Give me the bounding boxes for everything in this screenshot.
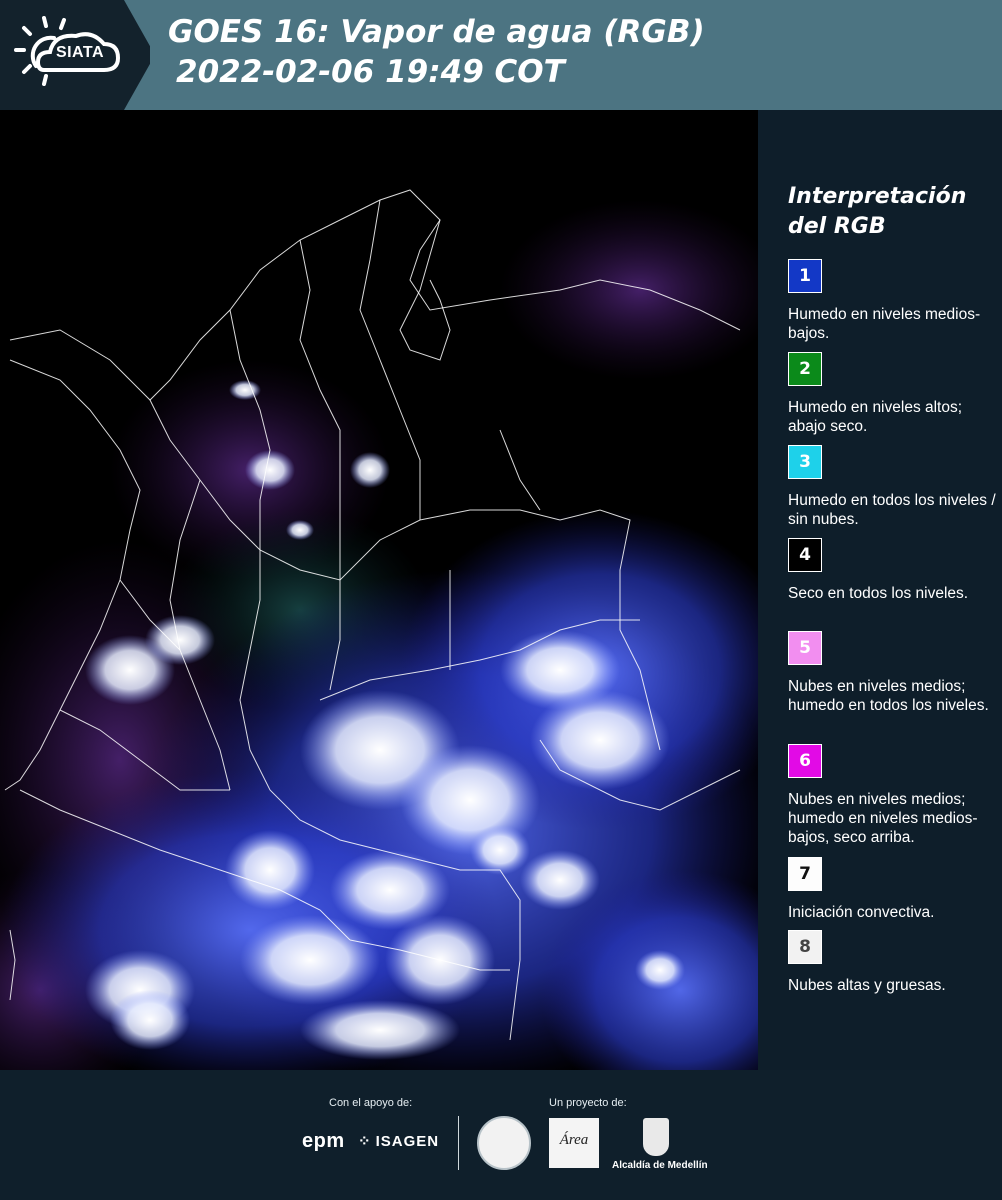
legend-description: Humedo en todos los niveles / sin nubes. bbox=[788, 492, 996, 528]
legend-swatch: 3 bbox=[788, 445, 822, 479]
legend-title: Interpretación del RGB bbox=[788, 184, 967, 239]
legend-swatch: 7 bbox=[788, 857, 822, 891]
legend-description: Seco en todos los niveles. bbox=[788, 585, 969, 602]
legend-item-3: 3 Humedo en todos los niveles / sin nube… bbox=[788, 445, 998, 529]
legend-number: 4 bbox=[799, 545, 811, 565]
header-bar: SIATA GOES 16: Vapor de agua (RGB) 2022-… bbox=[0, 0, 1002, 110]
logo-text: SIATA bbox=[55, 44, 105, 61]
legend-number: 6 bbox=[799, 751, 811, 771]
legend-description: Nubes altas y gruesas. bbox=[788, 977, 946, 994]
footer-divider bbox=[458, 1116, 459, 1170]
legend-description: Humedo en niveles altos; abajo seco. bbox=[788, 399, 963, 435]
legend-swatch: 8 bbox=[788, 930, 822, 964]
satellite-image bbox=[0, 110, 758, 1070]
legend-swatch: 1 bbox=[788, 259, 822, 293]
legend-description: Humedo en niveles medios-bajos. bbox=[788, 306, 981, 342]
footer: Con el apoyo de: Un proyecto de: epm ⁘ IS… bbox=[0, 1070, 1002, 1200]
legend-number: 1 bbox=[799, 266, 811, 286]
medellin-shield-icon bbox=[643, 1118, 669, 1156]
legend-item-7: 7 Iniciación convectiva. bbox=[788, 857, 998, 922]
legend-item-5: 5 Nubes en niveles medios; humedo en tod… bbox=[788, 631, 998, 715]
isagen-mark-icon: ⁘ bbox=[358, 1133, 372, 1150]
area-logo-text: Área bbox=[559, 1132, 589, 1148]
page-title: GOES 16: Vapor de agua (RGB) bbox=[168, 14, 705, 50]
legend-item-2: 2 Humedo en niveles altos; abajo seco. bbox=[788, 352, 998, 436]
legend-description: Nubes en niveles medios; humedo en nivel… bbox=[788, 791, 978, 846]
project-label: Un proyecto de: bbox=[549, 1097, 627, 1109]
legend-item-1: 1 Humedo en niveles medios-bajos. bbox=[788, 259, 998, 343]
support-label: Con el apoyo de: bbox=[329, 1097, 413, 1109]
legend-swatch: 6 bbox=[788, 744, 822, 778]
legend-item-6: 6 Nubes en niveles medios; humedo en niv… bbox=[788, 744, 998, 847]
legend-swatch: 4 bbox=[788, 538, 822, 572]
legend-number: 2 bbox=[799, 359, 811, 379]
timestamp: 2022-02-06 19:49 COT bbox=[176, 54, 565, 90]
legend-number: 5 bbox=[799, 638, 811, 658]
isagen-logo: ⁘ ISAGEN bbox=[358, 1132, 439, 1150]
legend-swatch: 2 bbox=[788, 352, 822, 386]
siata-logo: SIATA bbox=[0, 0, 150, 110]
legend-description: Nubes en niveles medios; humedo en todos… bbox=[788, 678, 989, 714]
gobernacion-antioquia-seal-icon bbox=[477, 1116, 531, 1170]
legend-number: 3 bbox=[799, 452, 811, 472]
alcaldia-label: Alcaldía de Medellín bbox=[612, 1160, 708, 1171]
isagen-text: ISAGEN bbox=[375, 1133, 440, 1150]
legend-item-4: 4 Seco en todos los niveles. bbox=[788, 538, 998, 603]
legend-number: 7 bbox=[799, 864, 811, 884]
legend-number: 8 bbox=[799, 937, 811, 957]
legend-description: Iniciación convectiva. bbox=[788, 904, 935, 921]
legend-swatch: 5 bbox=[788, 631, 822, 665]
legend-item-8: 8 Nubes altas y gruesas. bbox=[788, 930, 998, 995]
area-metropolitana-logo: Área bbox=[549, 1118, 599, 1168]
rgb-legend: Interpretación del RGB 1 Humedo en nivel… bbox=[758, 110, 1002, 1070]
epm-logo: epm bbox=[302, 1130, 345, 1152]
